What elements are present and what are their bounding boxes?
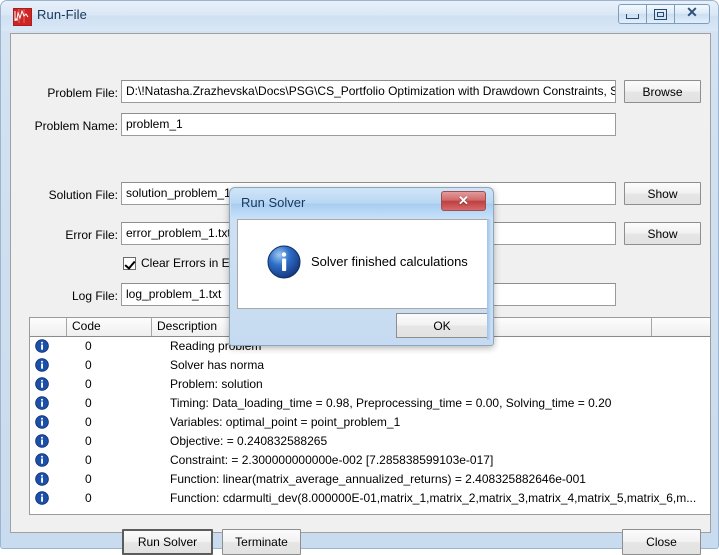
info-icon	[35, 396, 49, 410]
window-controls: ✕	[618, 4, 710, 24]
dialog-footer: OK	[237, 309, 488, 340]
error-file-label: Error File:	[65, 228, 118, 242]
close-icon: ✕	[686, 6, 698, 21]
close-button[interactable]: ✕	[674, 4, 710, 24]
table-cell-description: Objective: = 0.240832588265	[170, 434, 328, 448]
run-solver-button[interactable]: Run Solver	[122, 529, 213, 555]
checkbox-checked-icon	[123, 256, 136, 270]
close-icon: ✕	[458, 193, 469, 208]
window-title: Run-File	[37, 7, 87, 22]
table-cell-code: 0	[85, 453, 92, 467]
table-cell-description: Solver has norma	[170, 358, 265, 372]
log-grid-body: 0 Reading problem 0 Solver has norma 0 Proble…	[30, 337, 710, 508]
problem-file-label: Problem File:	[47, 86, 118, 100]
info-icon	[35, 339, 49, 353]
minimize-button[interactable]	[618, 4, 647, 24]
problem-name-label: Problem Name:	[34, 119, 118, 133]
info-icon	[35, 491, 49, 505]
dialog-body: Solver finished calculations	[237, 219, 488, 309]
column-header-icon[interactable]	[30, 318, 67, 336]
table-row[interactable]: 0 Function: linear(matrix_average_annuali…	[30, 470, 710, 489]
info-icon	[267, 245, 301, 279]
column-header-code[interactable]: Code	[67, 318, 152, 336]
column-header-extra[interactable]	[652, 318, 710, 336]
maximize-icon	[654, 8, 667, 20]
table-cell-code: 0	[85, 358, 92, 372]
info-icon	[35, 415, 49, 429]
table-cell-code: 0	[85, 377, 92, 391]
table-cell-description: Constraint: = 2.300000000000e-002 [7.285…	[170, 453, 494, 467]
dialog-close-button[interactable]: ✕	[441, 191, 486, 211]
dialog-edge-accent	[487, 219, 492, 340]
info-icon	[35, 453, 49, 467]
table-cell-description: Function: linear(matrix_average_annualiz…	[170, 472, 586, 486]
dialog-titlebar[interactable]: Run Solver ✕	[231, 189, 493, 218]
dialog-ok-button[interactable]: OK	[396, 313, 488, 338]
log-grid[interactable]: Code Description 0 Reading problem 0 Solver…	[29, 317, 711, 515]
dialog-title: Run Solver	[241, 195, 306, 210]
info-icon	[35, 377, 49, 391]
problem-name-input[interactable]: problem_1	[121, 113, 616, 136]
run-file-window: Run-File ✕ Problem File: D:\!Natasha.Zra…	[0, 0, 719, 555]
info-icon	[35, 472, 49, 486]
table-row[interactable]: 0 Timing: Data_loading_time = 0.98, Prepr…	[30, 394, 710, 413]
maximize-button[interactable]	[646, 4, 675, 24]
dialog-message: Solver finished calculations	[311, 254, 468, 269]
table-cell-code: 0	[85, 434, 92, 448]
table-cell-description: Timing: Data_loading_time = 0.98, Prepro…	[170, 396, 612, 410]
table-row[interactable]: 0 Variables: optimal_point = point_proble…	[30, 413, 710, 432]
table-cell-code: 0	[85, 339, 92, 353]
run-solver-dialog: Run Solver ✕ Solver finished calculation…	[229, 187, 494, 346]
close-form-button[interactable]: Close	[622, 529, 701, 555]
table-cell-code: 0	[85, 472, 92, 486]
log-file-label: Log File:	[71, 289, 118, 303]
problem-file-input[interactable]: D:\!Natasha.Zrazhevska\Docs\PSG\CS_Portf…	[121, 80, 616, 103]
table-cell-code: 0	[85, 396, 92, 410]
show-error-button[interactable]: Show	[624, 222, 701, 245]
table-row[interactable]: 0 Constraint: = 2.300000000000e-002 [7.28…	[30, 451, 710, 470]
table-row[interactable]: 0 Objective: = 0.240832588265	[30, 432, 710, 451]
table-row[interactable]: 0 Function: cdarmulti_dev(8.000000E-01,ma…	[30, 489, 710, 508]
table-row[interactable]: 0 Solver has norma	[30, 356, 710, 375]
table-cell-description: Variables: optimal_point = point_problem…	[170, 415, 401, 429]
info-icon	[35, 358, 49, 372]
table-cell-code: 0	[85, 491, 92, 505]
chart-app-icon	[13, 8, 32, 26]
table-cell-description: Problem: solution	[170, 377, 263, 391]
table-cell-description: Function: cdarmulti_dev(8.000000E-01,mat…	[170, 491, 697, 505]
terminate-button[interactable]: Terminate	[222, 529, 301, 555]
minimize-icon	[626, 14, 639, 19]
show-solution-button[interactable]: Show	[624, 182, 701, 205]
solution-file-label: Solution File:	[48, 188, 118, 202]
table-cell-code: 0	[85, 415, 92, 429]
table-row[interactable]: 0 Problem: solution	[30, 375, 710, 394]
info-icon	[35, 434, 49, 448]
window-titlebar[interactable]: Run-File ✕	[1, 1, 718, 31]
browse-button[interactable]: Browse	[624, 80, 701, 103]
